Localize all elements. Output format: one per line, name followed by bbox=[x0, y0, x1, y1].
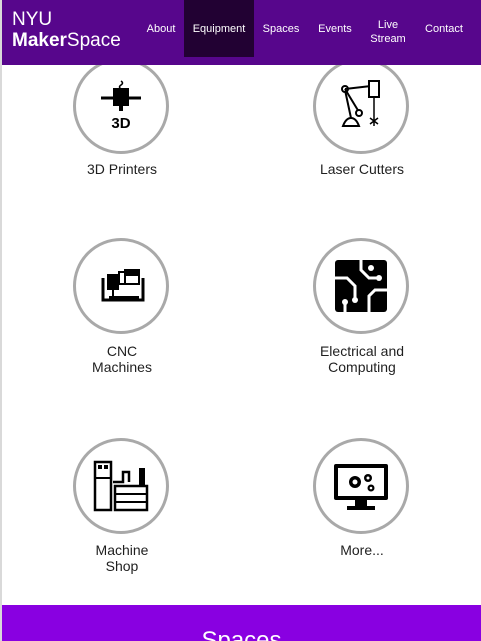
cnc-machine-icon bbox=[101, 269, 145, 302]
nav-live-line1: Live bbox=[377, 19, 399, 31]
equipment-label-line1: Machine bbox=[95, 542, 149, 558]
nav-events[interactable]: Events bbox=[314, 0, 356, 57]
svg-text:3D: 3D bbox=[111, 115, 130, 132]
spaces-section-banner: Spaces bbox=[2, 605, 481, 641]
nav-spaces[interactable]: Spaces bbox=[260, 0, 302, 57]
equipment-label: More... bbox=[282, 542, 442, 558]
equipment-label-line1: CNC bbox=[106, 343, 138, 359]
nav-about[interactable]: About bbox=[142, 0, 180, 57]
nav-contact[interactable]: Contact bbox=[422, 0, 466, 57]
brand-maker: Maker bbox=[12, 30, 67, 51]
equipment-label-line1: Electrical and bbox=[319, 343, 405, 359]
machine-shop-icon bbox=[93, 460, 149, 512]
top-navbar: NYU MakerSpace About Equipment Spaces Ev… bbox=[2, 0, 481, 65]
equipment-electrical-computing-button[interactable] bbox=[313, 238, 409, 334]
equipment-more-button[interactable] bbox=[313, 438, 409, 534]
equipment-label: Electrical and Computing bbox=[282, 343, 442, 375]
equipment-label-line2: Machines bbox=[92, 359, 152, 375]
equipment-label-line2: Computing bbox=[328, 359, 396, 375]
spaces-section-heading: Spaces bbox=[201, 627, 282, 641]
equipment-label: CNC Machines bbox=[42, 343, 202, 375]
nav-equipment[interactable]: Equipment bbox=[184, 0, 254, 57]
equipment-label: 3D Printers bbox=[42, 161, 202, 177]
page-left-border bbox=[0, 0, 2, 641]
equipment-label-line2: Shop bbox=[105, 558, 139, 574]
circuit-board-icon bbox=[335, 260, 387, 312]
nav-live-stream[interactable]: Live Stream bbox=[366, 7, 410, 57]
brand-makerspace: MakerSpace bbox=[12, 30, 121, 51]
equipment-label: Laser Cutters bbox=[282, 161, 442, 177]
nav-live-line2: Stream bbox=[370, 33, 406, 45]
brand-logo[interactable]: NYU MakerSpace bbox=[12, 9, 121, 51]
monitor-gears-icon bbox=[334, 464, 388, 510]
equipment-3d-printers-button[interactable]: 3D bbox=[73, 58, 169, 154]
equipment-label: Machine Shop bbox=[42, 542, 202, 574]
equipment-label-line1: More... bbox=[340, 542, 384, 558]
3d-printer-icon: 3D bbox=[101, 80, 141, 132]
equipment-label-line1: 3D Printers bbox=[86, 161, 158, 177]
brand-space: Space bbox=[66, 30, 121, 51]
equipment-laser-cutters-button[interactable] bbox=[313, 58, 409, 154]
brand-nyu: NYU bbox=[12, 9, 53, 30]
equipment-cnc-machines-button[interactable] bbox=[73, 238, 169, 334]
laser-cutter-icon bbox=[341, 80, 380, 127]
equipment-machine-shop-button[interactable] bbox=[73, 438, 169, 534]
equipment-label-line1: Laser Cutters bbox=[319, 161, 405, 177]
